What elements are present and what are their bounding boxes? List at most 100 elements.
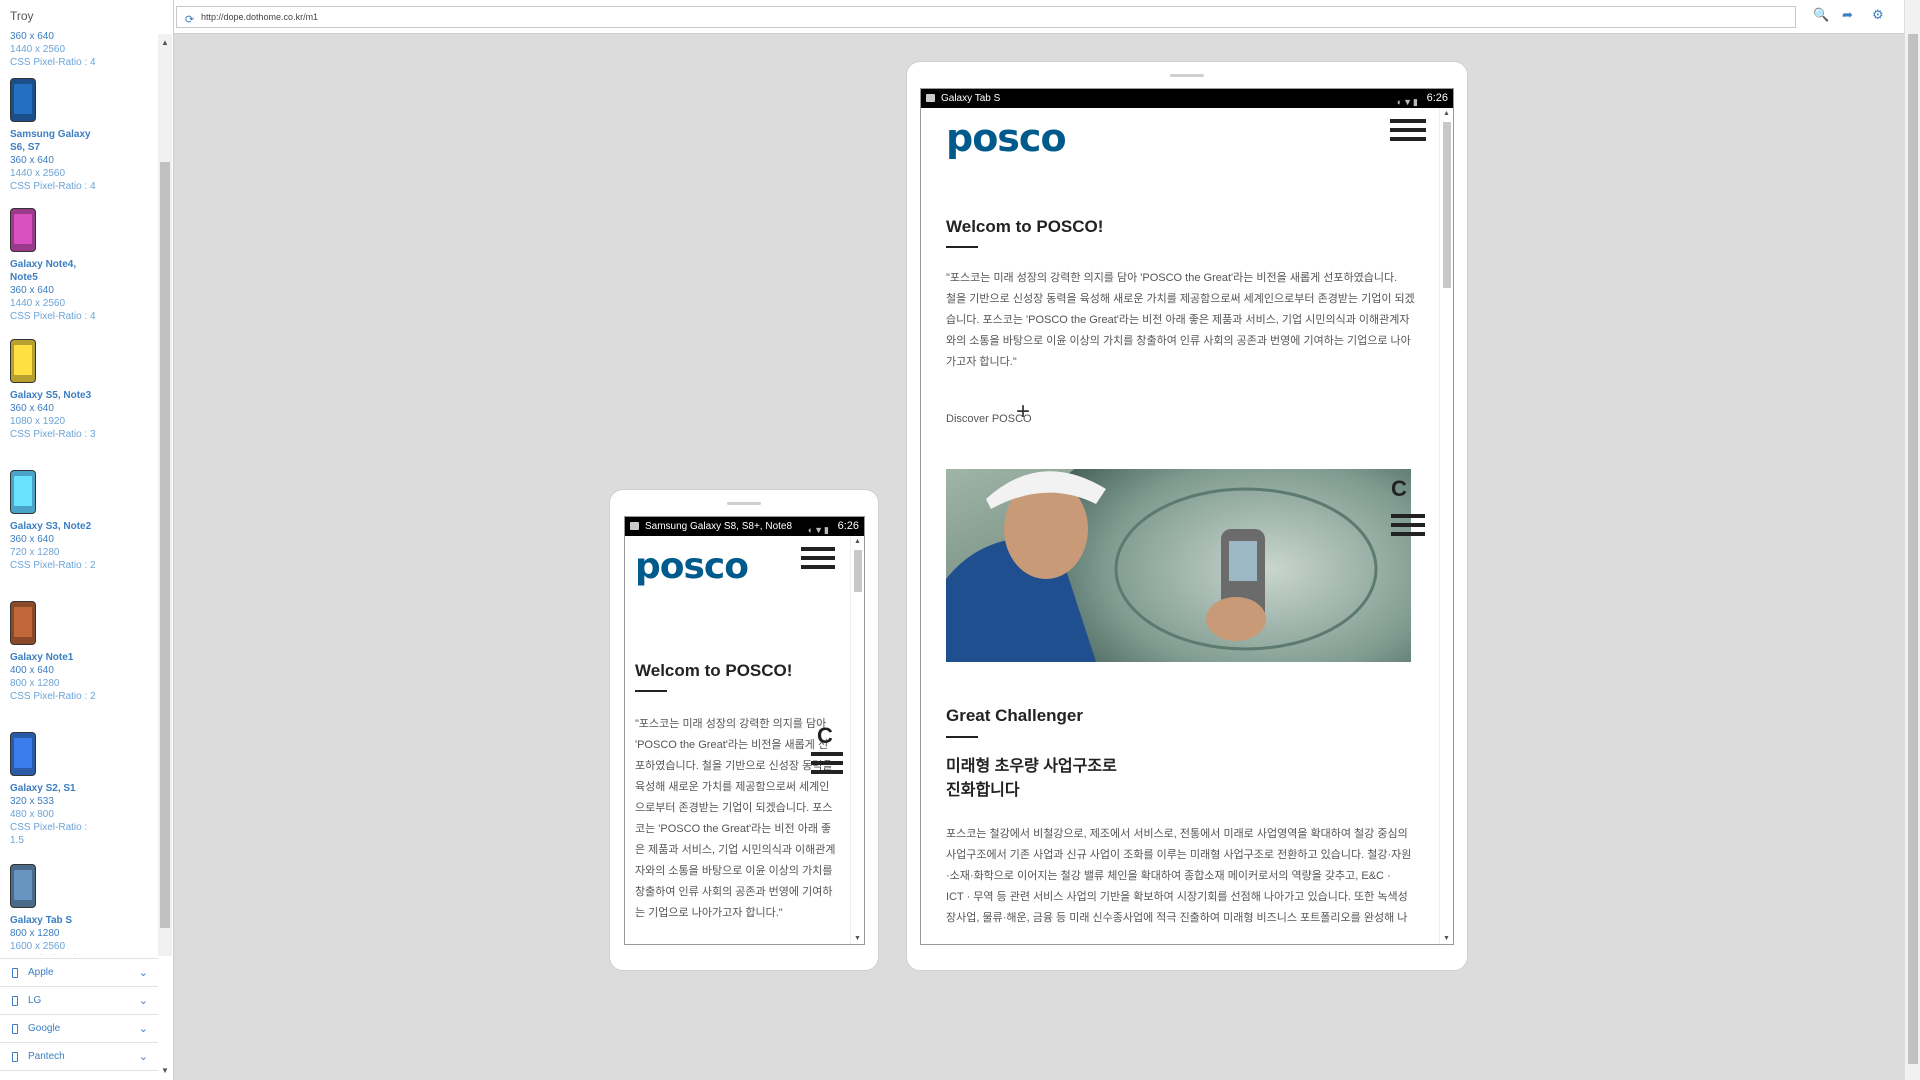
drag-handle[interactable]	[727, 502, 761, 505]
text-line: 으로부터 존경받는 기업이 되겠습니다. 포스	[635, 802, 833, 814]
device-name: Galaxy Note1	[10, 652, 74, 663]
section-subtitle: 미래형 초우량 사업구조로 진화합니다	[946, 755, 1117, 803]
text-line: 은 제품과 서비스, 기업 시민의식과 이해관계	[635, 844, 836, 856]
category-apple[interactable]: Apple ⌄	[0, 959, 158, 987]
device-pixel-ratio: CSS Pixel-Ratio : 2	[10, 560, 96, 571]
posco-logo[interactable]: posco	[946, 116, 1067, 160]
text-line: 포스코는 철강에서 비철강으로, 제조에서 서비스로, 전통에서 미래로 사업영…	[946, 828, 1408, 840]
phone-scroll-thumb[interactable]	[854, 550, 862, 592]
device-res-physical: 1600 x 2560	[10, 941, 66, 952]
device-thumbnail-icon	[10, 732, 36, 776]
text-line: 가고자 합니다."	[946, 356, 1017, 368]
device-thumbnail-icon	[10, 339, 36, 383]
category-label: Pantech	[28, 1051, 65, 1062]
device-item[interactable]: Galaxy S2, S1 320 x 533 480 x 800 CSS Pixel…	[10, 732, 150, 847]
device-thumbnail-icon	[10, 601, 36, 645]
device-res-physical: 480 x 800	[10, 809, 54, 820]
category-htc[interactable]: HTC⌄	[0, 1071, 158, 1080]
intro-paragraph: "포스코는 미래 성장의 강력한 의지를 담아 'POSCO the Great'…	[635, 714, 840, 924]
posco-logo[interactable]: posco	[635, 546, 749, 587]
phone-screen: Samsung Galaxy S8, S8+, Note8 ◐▼▮ 6:26 p…	[624, 516, 865, 945]
tablet-screen: Galaxy Tab S ◐▼▮ 6:26 posco Welcom to PO…	[920, 88, 1454, 945]
device-pixel-ratio: CSS Pixel-Ratio : 4	[10, 311, 96, 322]
scroll-up-icon[interactable]: ▲	[1443, 110, 1450, 117]
text-line: "포스코는 미래 성장의 강력한 의지를 담아 'POSCO the Great…	[946, 272, 1398, 284]
text-line: 포하였습니다. 철을 기반으로 신성장 동력을	[635, 760, 833, 772]
device-item[interactable]: Samsung Galaxy S6, S7 360 x 640 1440 x 2560…	[10, 78, 150, 193]
chevron-down-icon[interactable]: ⌄	[139, 1071, 148, 1080]
hero-image	[946, 469, 1411, 662]
tablet-status-bar: Galaxy Tab S ◐▼▮ 6:26	[921, 89, 1453, 108]
device-pixel-ratio: CSS Pixel-Ratio : 3	[10, 429, 96, 440]
device-name: Samsung Galaxy	[10, 129, 91, 140]
category-pantech[interactable]: Pantech ⌄	[0, 1043, 158, 1071]
device-thumbnail-icon	[10, 470, 36, 514]
subtitle-line-1: 미래형 초우량 사업구조로	[946, 758, 1117, 775]
device-name: Galaxy S5, Note3	[10, 390, 92, 401]
device-name: Galaxy S2, S1	[10, 783, 76, 794]
address-toolbar: ⟳ http://dope.dothome.co.kr/m1 🔍 ➦ ⚙	[174, 0, 1904, 34]
main-scroll-thumb[interactable]	[1908, 34, 1918, 1064]
text-line: 창출하여 인류 사회의 공존과 번영에 기여하	[635, 886, 833, 898]
heading-underline	[635, 690, 667, 692]
device-pixel-ratio-cont: 1.5	[10, 835, 24, 846]
device-item[interactable]: Galaxy Note1 400 x 640 800 x 1280 CSS Pixel…	[10, 601, 150, 703]
device-name: Galaxy S3, Note2	[10, 521, 92, 532]
url-field[interactable]: ⟳ http://dope.dothome.co.kr/m1	[176, 6, 1796, 28]
scroll-down-icon[interactable]: ▼	[1443, 935, 1450, 942]
device-item[interactable]: Galaxy Tab S 800 x 1280 1600 x 2560CSS Pix…	[10, 864, 150, 955]
tablet-scrollbar[interactable]: ▲ ▼	[1439, 108, 1453, 944]
text-line: 습니다. 포스코는 'POSCO the Great'라는 비전 아래 좋은 제…	[946, 314, 1410, 326]
tablet-scroll-thumb[interactable]	[1443, 122, 1451, 288]
scroll-down-icon[interactable]: ▼	[158, 1066, 172, 1075]
hamburger-menu-icon[interactable]	[1390, 119, 1426, 146]
device-res-css: 400 x 640	[10, 665, 54, 676]
hamburger-menu-icon[interactable]	[801, 547, 835, 574]
device-res-css: 360 x 640	[10, 403, 54, 414]
section-title: Great Challenger	[946, 706, 1083, 725]
text-line: 철을 기반으로 신성장 동력을 육성해 새로운 가치를 제공함으로써 세계인으로…	[946, 293, 1415, 305]
category-google[interactable]: Google ⌄	[0, 1015, 158, 1043]
device-res-physical: 1440 x 2560	[10, 168, 66, 179]
floating-menu-icon[interactable]	[1391, 514, 1425, 541]
scroll-down-icon[interactable]: ▼	[854, 935, 861, 942]
search-icon[interactable]: 🔍	[1813, 7, 1829, 23]
category-label: Apple	[28, 967, 54, 978]
device-item[interactable]: Galaxy S5, Note3 360 x 640 1080 x 1920 CSS …	[10, 339, 150, 441]
chevron-down-icon[interactable]: ⌄	[139, 959, 148, 987]
scroll-up-icon[interactable]: ▲	[161, 38, 169, 47]
sidebar-scrollbar[interactable]: ▲	[158, 34, 172, 956]
text-line: 는 기업으로 나아가고자 합니다."	[635, 907, 783, 919]
chevron-down-icon[interactable]: ⌄	[139, 1043, 148, 1071]
floating-menu-icon[interactable]	[811, 752, 843, 779]
category-lg[interactable]: LG ⌄	[0, 987, 158, 1015]
text-line: 장사업, 물류·해운, 금융 등 미래 신수종사업에 적극 진출하여 미래형 비…	[946, 912, 1408, 924]
device-item[interactable]: Galaxy S3, Note2 360 x 640 720 x 1280 CSS P…	[10, 470, 150, 572]
chevron-down-icon[interactable]: ⌄	[139, 987, 148, 1015]
settings-icon[interactable]: ⚙	[1872, 7, 1884, 23]
share-icon[interactable]: ➦	[1842, 7, 1853, 23]
sidebar-scroll-thumb[interactable]	[160, 162, 170, 928]
phone-scrollbar[interactable]: ▲ ▼	[850, 536, 864, 944]
text-line: ·소재·화학으로 이어지는 철강 밸류 체인을 확대하여 종합소재 메이커로서의…	[946, 870, 1391, 882]
chevron-down-icon[interactable]: ⌄	[139, 1015, 148, 1043]
text-line: 와의 소통을 바탕으로 이윤 이상의 가치를 창출하여 인류 사회의 공존과 번…	[946, 335, 1411, 347]
scroll-up-icon[interactable]: ▲	[854, 538, 861, 545]
device-name: Galaxy Tab S	[10, 915, 73, 926]
device-pixel-ratio: CSS Pixel-Ratio : 4	[10, 181, 96, 192]
device-item-partial[interactable]: 360 x 640 1440 x 2560 CSS Pixel-Ratio : …	[10, 30, 150, 69]
main-scrollbar[interactable]	[1904, 0, 1920, 1080]
drag-handle[interactable]	[1170, 74, 1204, 77]
device-pixel-ratio: CSS Pixel-Ratio :	[10, 822, 88, 833]
device-res-css: 800 x 1280	[10, 928, 60, 939]
device-thumbnail-icon	[10, 78, 36, 122]
plus-icon[interactable]: +	[1016, 398, 1030, 426]
phone-icon	[12, 1052, 18, 1062]
subtitle-line-2: 진화합니다	[946, 782, 1020, 799]
device-item[interactable]: Galaxy Note4, Note5 360 x 640 1440 x 2560 CS…	[10, 208, 150, 323]
device-pixel-ratio: CSS Pixel-Ratio : 4	[10, 57, 96, 68]
phone-device-title: Samsung Galaxy S8, S8+, Note8	[645, 521, 793, 532]
reload-icon[interactable]: ⟳	[185, 10, 194, 30]
phone-icon	[12, 996, 18, 1006]
device-res-css: 360 x 640	[10, 285, 54, 296]
